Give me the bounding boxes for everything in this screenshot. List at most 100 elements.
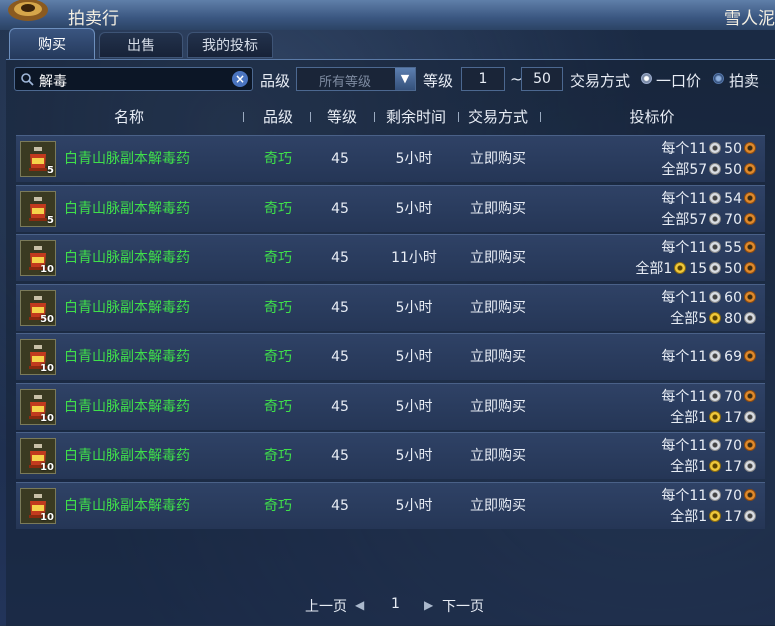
trade-mode: 立即购买 bbox=[470, 250, 526, 266]
item-icon[interactable]: 10 bbox=[20, 388, 56, 425]
item-icon[interactable]: 10 bbox=[20, 339, 56, 375]
item-stack-count: 10 bbox=[40, 412, 54, 424]
trade-mode: 立即购买 bbox=[470, 151, 526, 167]
item-grade: 奇巧 bbox=[264, 250, 292, 266]
item-stack-count: 10 bbox=[40, 511, 54, 523]
clear-search-icon[interactable]: × bbox=[232, 71, 248, 87]
column-header-level[interactable]: 等级 bbox=[312, 104, 372, 130]
search-input[interactable]: 解毒 × bbox=[14, 67, 253, 91]
grade-label: 品级 bbox=[260, 72, 291, 90]
table-row[interactable]: 10 白青山脉副本解毒药 奇巧 45 5小时 立即购买 每个11 70 全部1 17 bbox=[16, 432, 765, 479]
window-title: 拍卖行 bbox=[68, 9, 119, 29]
tab-sell[interactable]: 出售 bbox=[99, 32, 183, 58]
item-level: 45 bbox=[331, 398, 349, 415]
price-label: 全部1 bbox=[670, 459, 708, 475]
item-grade: 奇巧 bbox=[264, 398, 292, 415]
item-stack-count: 50 bbox=[40, 313, 54, 325]
table-row[interactable]: 5 白青山脉副本解毒药 奇巧 45 5小时 立即购买 每个11 54 全部57 70 bbox=[16, 184, 765, 232]
copper-coin-icon bbox=[744, 212, 756, 225]
chevron-down-icon[interactable]: ▼ bbox=[395, 68, 415, 90]
price-label: 全部1 bbox=[635, 261, 673, 277]
trade-mode: 立即购买 bbox=[470, 200, 526, 217]
item-level: 45 bbox=[331, 151, 349, 167]
copper-coin-icon bbox=[744, 439, 756, 451]
grade-select[interactable]: 所有等级 ▼ bbox=[296, 67, 416, 91]
auction-logo-icon bbox=[8, 0, 48, 21]
item-level: 45 bbox=[331, 200, 349, 217]
item-level: 45 bbox=[331, 448, 349, 464]
table-row[interactable]: 10 白青山脉副本解毒药 奇巧 45 5小时 立即购买 每个11 70 全部1 17 bbox=[16, 382, 765, 430]
item-grade: 奇巧 bbox=[264, 349, 292, 365]
item-icon[interactable]: 50 bbox=[20, 289, 56, 326]
column-header-time[interactable]: 剩余时间 bbox=[376, 104, 456, 130]
grade-select-value: 所有等级 bbox=[318, 75, 371, 90]
radio-buyout-label[interactable]: 一口价 bbox=[656, 70, 701, 91]
item-icon[interactable]: 5 bbox=[20, 141, 56, 177]
price-silver-amount: 15 bbox=[689, 261, 708, 277]
silver-coin-icon bbox=[709, 142, 722, 154]
silver-coin-icon bbox=[709, 389, 722, 402]
gold-coin-icon bbox=[709, 410, 722, 423]
unit-price: 每个11 54 bbox=[661, 189, 759, 209]
total-price: 全部57 70 bbox=[661, 210, 759, 230]
item-icon[interactable]: 10 bbox=[20, 487, 56, 524]
price-amount: 50 bbox=[724, 261, 742, 277]
item-icon[interactable]: 10 bbox=[20, 240, 56, 276]
price-amount: 17 bbox=[724, 508, 742, 525]
silver-coin-icon bbox=[709, 212, 722, 225]
unit-price: 每个11 70 bbox=[661, 387, 759, 407]
time-remaining: 5小时 bbox=[395, 497, 433, 514]
radio-auction[interactable] bbox=[713, 73, 724, 84]
table-row[interactable]: 10 白青山脉副本解毒药 奇巧 45 5小时 立即购买 每个11 70 全部1 17 bbox=[16, 481, 765, 529]
radio-buyout[interactable] bbox=[641, 73, 652, 84]
silver-coin-icon bbox=[709, 191, 722, 204]
prev-arrow-icon[interactable]: ◀ bbox=[355, 598, 364, 612]
item-icon[interactable]: 5 bbox=[20, 190, 56, 227]
copper-coin-icon bbox=[744, 488, 756, 501]
search-icon bbox=[21, 73, 34, 86]
level-max-input[interactable]: 50 bbox=[521, 67, 563, 91]
item-name: 白青山脉副本解毒药 bbox=[64, 398, 190, 415]
silver-coin-icon bbox=[744, 460, 756, 472]
column-header-name[interactable]: 名称 bbox=[84, 104, 174, 130]
time-remaining: 5小时 bbox=[395, 299, 433, 316]
gold-coin-icon bbox=[709, 460, 722, 472]
time-remaining: 5小时 bbox=[395, 398, 433, 415]
next-page-button[interactable]: 下一页 bbox=[442, 596, 484, 616]
item-stack-count: 10 bbox=[40, 363, 54, 374]
price-amount: 50 bbox=[724, 162, 742, 178]
item-name: 白青山脉副本解毒药 bbox=[64, 151, 190, 167]
copper-coin-icon bbox=[744, 262, 756, 274]
column-divider bbox=[310, 112, 311, 122]
page-number: 1 bbox=[391, 596, 400, 612]
unit-price: 每个11 55 bbox=[661, 238, 759, 258]
item-icon[interactable]: 10 bbox=[20, 438, 56, 474]
column-header-bid-price[interactable]: 投标价 bbox=[612, 104, 692, 130]
level-min-input[interactable]: 1 bbox=[461, 67, 505, 91]
radio-auction-label[interactable]: 拍卖 bbox=[729, 70, 759, 91]
price-label: 每个11 bbox=[661, 289, 708, 306]
copper-coin-icon bbox=[744, 142, 756, 154]
next-arrow-icon[interactable]: ▶ bbox=[424, 598, 433, 612]
column-header-trade-mode[interactable]: 交易方式 bbox=[458, 104, 538, 130]
item-name: 白青山脉副本解毒药 bbox=[64, 497, 190, 514]
tab-buy[interactable]: 购买 bbox=[9, 28, 95, 60]
table-row[interactable]: 10 白青山脉副本解毒药 奇巧 45 11小时 立即购买 每个11 55 全部1 15 50 bbox=[16, 234, 765, 281]
table-row[interactable]: 10 白青山脉副本解毒药 奇巧 45 5小时 立即购买 每个11 69 bbox=[16, 333, 765, 380]
table-row[interactable]: 5 白青山脉副本解毒药 奇巧 45 5小时 立即购买 每个11 50 全部57 50 bbox=[16, 135, 765, 182]
server-name: 雪人泥 bbox=[724, 9, 775, 29]
table-row[interactable]: 50 白青山脉副本解毒药 奇巧 45 5小时 立即购买 每个11 60 全部5 80 bbox=[16, 283, 765, 331]
total-price: 全部1 15 50 bbox=[635, 259, 759, 279]
column-divider bbox=[540, 112, 541, 122]
time-remaining: 5小时 bbox=[395, 349, 433, 365]
item-stack-count: 5 bbox=[47, 165, 54, 176]
tab-my-bids[interactable]: 我的投标 bbox=[187, 32, 273, 58]
item-level: 45 bbox=[331, 250, 349, 266]
prev-page-button[interactable]: 上一页 bbox=[305, 596, 347, 616]
time-remaining: 5小时 bbox=[395, 151, 433, 167]
item-level: 45 bbox=[331, 497, 349, 514]
price-label: 每个11 bbox=[661, 438, 708, 454]
column-header-grade[interactable]: 品级 bbox=[248, 104, 308, 130]
silver-coin-icon bbox=[709, 163, 722, 175]
price-amount: 17 bbox=[724, 459, 742, 475]
